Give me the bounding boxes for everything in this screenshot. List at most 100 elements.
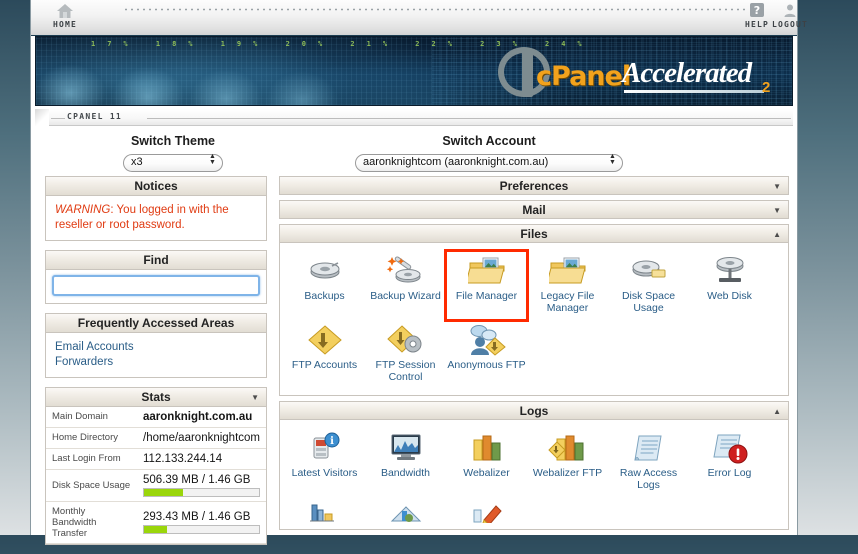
panel-files-title: Files bbox=[520, 226, 548, 241]
panel-files-body: Backups Backup Wizard File Manager Legac… bbox=[279, 242, 789, 396]
logs-item-error-log[interactable]: Error Log bbox=[689, 428, 770, 497]
bandwidth-text: 293.43 MB / 1.46 GB bbox=[143, 510, 251, 523]
sidebar-link-forwarders[interactable]: Forwarders bbox=[55, 355, 257, 370]
stats-title[interactable]: Stats ▼ bbox=[46, 387, 266, 407]
logs-item-error-log-label: Error Log bbox=[707, 466, 752, 479]
content-columns: Notices WARNING: You logged in with the … bbox=[31, 175, 797, 554]
notices-title: Notices bbox=[46, 176, 266, 196]
switch-theme-group: Switch Theme x3 ▲ ▼ bbox=[53, 134, 293, 172]
panel-mail-title: Mail bbox=[522, 202, 546, 217]
toolbar-logout-button[interactable]: LOGOUT bbox=[755, 3, 825, 29]
table-row: Monthly Bandwidth Transfer 293.43 MB / 1… bbox=[46, 501, 266, 543]
files-item-ftp-accounts-label: FTP Accounts bbox=[291, 358, 358, 371]
logs-item-bandwidth-label: Bandwidth bbox=[380, 466, 431, 479]
files-item-web-disk[interactable]: Web Disk bbox=[689, 251, 770, 320]
ftp-gear-icon bbox=[366, 323, 445, 357]
main-panels: Preferences ▼ Mail ▼ Files ▲ Backups Bac… bbox=[279, 175, 789, 535]
switch-account-group: Switch Account aaronknightcom (aaronknig… bbox=[293, 134, 685, 172]
toolbar-home-button[interactable]: HOME bbox=[39, 3, 91, 29]
chevron-down-icon[interactable]: ▼ bbox=[773, 177, 781, 196]
files-item-file-manager[interactable]: File Manager bbox=[444, 248, 529, 322]
sidebar: Notices WARNING: You logged in with the … bbox=[45, 175, 267, 554]
home-icon bbox=[39, 3, 91, 19]
switch-account-select[interactable]: aaronknightcom (aaronknight.com.au) bbox=[355, 153, 623, 172]
ftp-diamond-icon bbox=[285, 323, 364, 357]
logs-item-webalizer-label: Webalizer bbox=[463, 466, 510, 479]
files-item-disk-space-usage[interactable]: Disk Space Usage bbox=[608, 251, 689, 320]
toolbar-home-label: HOME bbox=[52, 20, 78, 29]
stats-value-last-login: 112.133.244.14 bbox=[143, 452, 223, 465]
bandwidth-progress-fill bbox=[144, 525, 167, 533]
stats-value-disk-space: 506.39 MB / 1.46 GB bbox=[137, 469, 266, 501]
backup-drive-icon bbox=[285, 254, 364, 288]
cpanel-logo: cPanel Accelerated 2 bbox=[474, 45, 774, 99]
anonymous-ftp-icon bbox=[447, 323, 526, 357]
files-item-backup-wizard-label: Backup Wizard bbox=[370, 289, 441, 302]
latest-visitors-icon: i bbox=[285, 431, 364, 465]
stats-value-main-domain: aaronknight.com.au bbox=[143, 410, 253, 423]
files-item-disk-space-usage-label: Disk Space Usage bbox=[621, 289, 676, 314]
notices-body: WARNING: You logged in with the reseller… bbox=[46, 196, 266, 240]
chevron-down-icon[interactable]: ▼ bbox=[773, 201, 781, 220]
backup-wizard-icon bbox=[366, 254, 445, 288]
find-box: Find bbox=[45, 249, 267, 304]
tabstrip-rule-left bbox=[51, 118, 65, 119]
files-item-legacy-file-manager[interactable]: Legacy File Manager bbox=[527, 251, 608, 320]
logs-item-awstats[interactable] bbox=[365, 497, 446, 523]
files-item-backup-wizard[interactable]: Backup Wizard bbox=[365, 251, 446, 320]
logs-item-latest-visitors-label: Latest Visitors bbox=[291, 466, 358, 479]
files-item-ftp-accounts[interactable]: FTP Accounts bbox=[284, 320, 365, 389]
panel-preferences-header[interactable]: Preferences ▼ bbox=[279, 175, 789, 196]
chevron-up-icon[interactable]: ▲ bbox=[773, 225, 781, 244]
folder-image-icon bbox=[447, 254, 526, 288]
logs-item-analog-stats[interactable] bbox=[284, 497, 365, 523]
logs-item-bandwidth[interactable]: Bandwidth bbox=[365, 428, 446, 497]
logs-item-raw-access-logs-label: Raw Access Logs bbox=[619, 466, 678, 491]
panel-files-header[interactable]: Files ▲ bbox=[279, 223, 789, 244]
disk-space-text: 506.39 MB / 1.46 GB bbox=[143, 473, 251, 486]
banner-light-streaks bbox=[36, 53, 456, 105]
files-item-backups[interactable]: Backups bbox=[284, 251, 365, 320]
webalizer-bars-icon bbox=[447, 431, 526, 465]
logs-item-choose-log-program[interactable] bbox=[446, 497, 527, 523]
notices-box: Notices WARNING: You logged in with the … bbox=[45, 175, 267, 241]
files-item-ftp-session-control-label: FTP Session Control bbox=[375, 358, 436, 383]
logs-item-latest-visitors[interactable]: i Latest Visitors bbox=[284, 428, 365, 497]
tabstrip-rule-right bbox=[147, 118, 791, 119]
panel-mail-header[interactable]: Mail ▼ bbox=[279, 199, 789, 220]
sidebar-link-email-accounts[interactable]: Email Accounts bbox=[55, 340, 257, 355]
logs-item-raw-access-logs[interactable]: Raw Access Logs bbox=[608, 428, 689, 497]
find-input[interactable] bbox=[52, 274, 260, 296]
panel-logs-header[interactable]: Logs ▲ bbox=[279, 400, 789, 421]
table-row: Disk Space Usage 506.39 MB / 1.46 GB bbox=[46, 469, 266, 501]
files-item-ftp-session-control[interactable]: FTP Session Control bbox=[365, 320, 446, 389]
logs-item-webalizer[interactable]: Webalizer bbox=[446, 428, 527, 497]
switch-theme-label: Switch Theme bbox=[130, 134, 216, 148]
frequently-accessed-body: Email Accounts Forwarders bbox=[46, 333, 266, 377]
page-body: Switch Theme x3 ▲ ▼ Switch Account aaronk… bbox=[31, 126, 797, 554]
logs-icon-row-1: i Latest Visitors Bandwidth Webalizer We… bbox=[284, 428, 784, 497]
table-row: Last Login From 112.133.244.14 bbox=[46, 448, 266, 469]
accelerated-version-superscript: 2 bbox=[762, 79, 771, 96]
logs-icon-row-2 bbox=[284, 497, 784, 523]
frequently-accessed-title: Frequently Accessed Areas bbox=[46, 313, 266, 333]
logs-item-webalizer-ftp[interactable]: Webalizer FTP bbox=[527, 428, 608, 497]
disk-space-progress-bar bbox=[143, 487, 260, 497]
stats-table: Main Domain aaronknight.com.au Home Dire… bbox=[46, 407, 266, 544]
stats-key: Disk Space Usage bbox=[52, 479, 131, 491]
panel-files: Files ▲ Backups Backup Wizard File Manag… bbox=[279, 223, 789, 396]
stats-key: Last Login From bbox=[52, 453, 121, 464]
files-icon-row-2: FTP Accounts FTP Session Control Anonymo… bbox=[284, 320, 784, 389]
folder-image-icon bbox=[528, 254, 607, 288]
chevron-up-icon[interactable]: ▲ bbox=[773, 402, 781, 421]
files-item-anonymous-ftp-label: Anonymous FTP bbox=[447, 358, 526, 371]
accelerated-underline bbox=[624, 90, 764, 93]
stats-key: Main Domain bbox=[52, 411, 108, 422]
switch-theme-select[interactable]: x3 bbox=[123, 153, 223, 172]
chevron-down-icon[interactable]: ▼ bbox=[251, 388, 259, 407]
stats-value: aaronknight.com.au bbox=[137, 407, 266, 428]
files-item-anonymous-ftp[interactable]: Anonymous FTP bbox=[446, 320, 527, 389]
panel-mail: Mail ▼ bbox=[279, 199, 789, 220]
disk-usage-icon bbox=[609, 254, 688, 288]
cpanel-page: HOME ? HELP LOGOUT 17% 18% 19% 20% 21% 2… bbox=[30, 0, 807, 545]
